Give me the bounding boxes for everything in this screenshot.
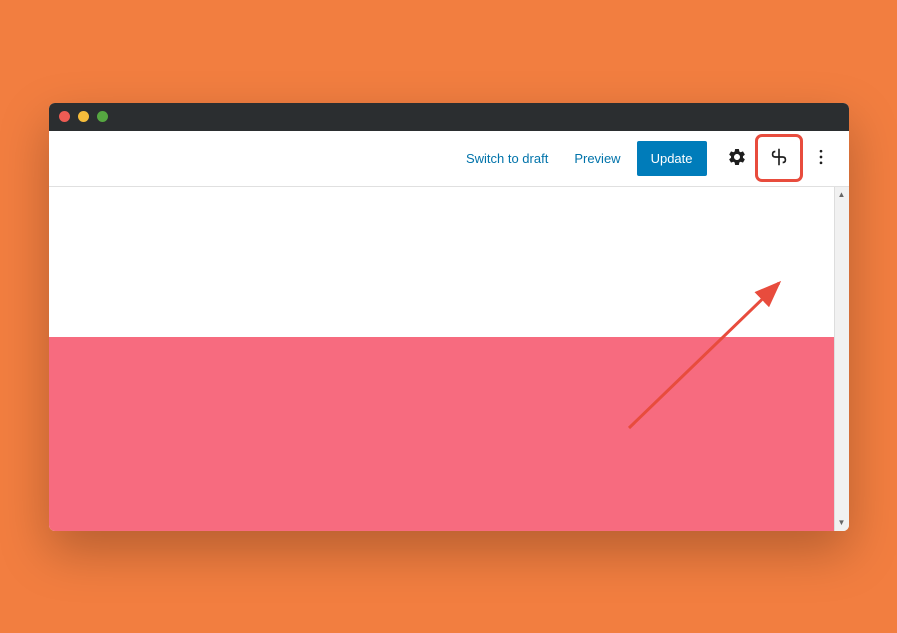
preview-button[interactable]: Preview xyxy=(564,143,630,174)
minimize-window-dot[interactable] xyxy=(78,111,89,122)
scroll-down-arrow-icon[interactable]: ▼ xyxy=(835,515,849,531)
update-button[interactable]: Update xyxy=(637,141,707,176)
plugin-settings-button[interactable] xyxy=(761,140,797,176)
page-canvas[interactable] xyxy=(49,187,834,531)
gear-icon xyxy=(727,147,747,170)
vertical-scrollbar[interactable]: ▲ ▼ xyxy=(834,187,849,531)
white-content-section xyxy=(49,187,834,337)
browser-window: Switch to draft Preview Update xyxy=(49,103,849,531)
editor-content: ▲ ▼ xyxy=(49,187,849,531)
window-titlebar xyxy=(49,103,849,131)
editor-toolbar: Switch to draft Preview Update xyxy=(49,131,849,187)
pink-content-section xyxy=(49,337,834,531)
plugin-icon xyxy=(768,146,790,171)
maximize-window-dot[interactable] xyxy=(97,111,108,122)
scroll-up-arrow-icon[interactable]: ▲ xyxy=(835,187,849,203)
more-options-button[interactable] xyxy=(803,140,839,176)
settings-button[interactable] xyxy=(719,140,755,176)
more-vertical-icon xyxy=(811,147,831,170)
switch-to-draft-button[interactable]: Switch to draft xyxy=(456,143,558,174)
close-window-dot[interactable] xyxy=(59,111,70,122)
